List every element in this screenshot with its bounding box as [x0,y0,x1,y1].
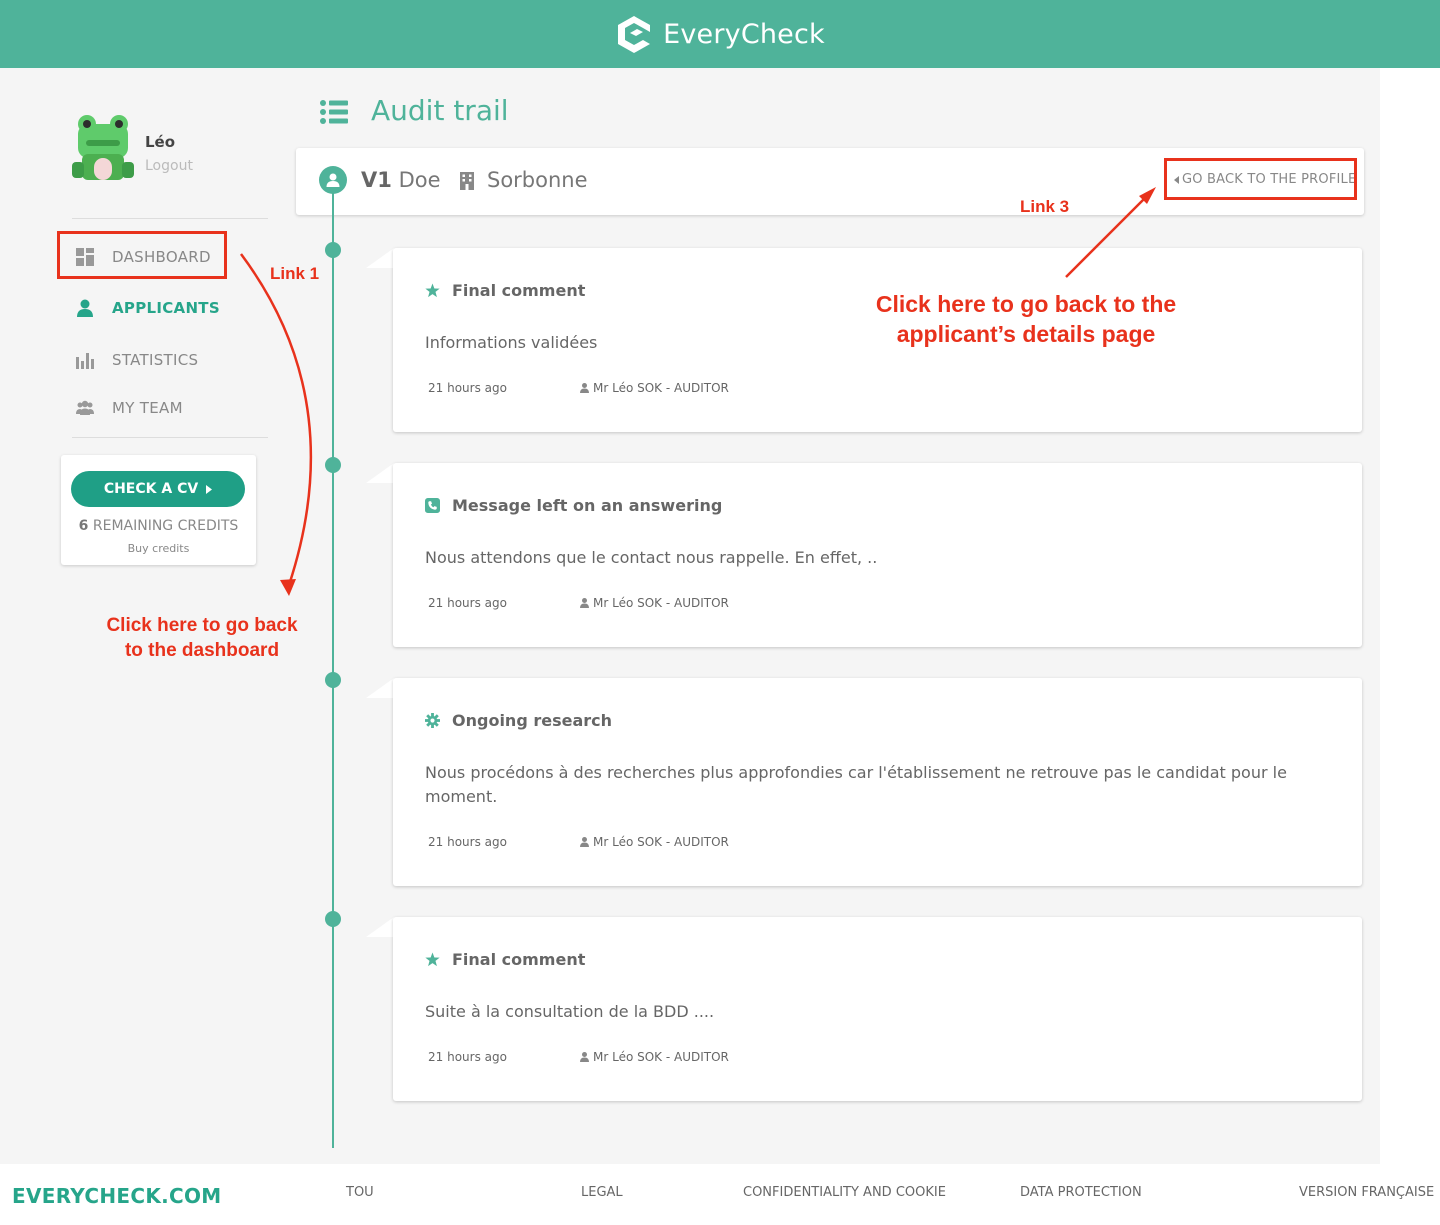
event-author-name: Mr Léo SOK - AUDITOR [593,381,729,395]
event-time: 21 hours ago [428,1050,507,1064]
logout-link[interactable]: Logout [145,158,193,174]
event-title: Final comment [452,281,586,300]
annotation-line: Click here to go back to the [875,291,1177,317]
event-card: Ongoing research Nous procédons à des re… [393,678,1362,886]
event-time: 21 hours ago [428,381,507,395]
everycheck-logo-icon [618,16,651,53]
event-title: Message left on an answering [452,496,723,515]
list-icon [320,100,348,124]
footer-link-language[interactable]: VERSION FRANÇAISE [1299,1185,1434,1200]
team-icon [76,400,94,415]
event-pointer [366,248,394,268]
page-title: Audit trail [371,94,509,127]
annotation-link3-label: Link 3 [1020,197,1070,216]
footer-link-confidentiality[interactable]: CONFIDENTIALITY AND COOKIE [743,1185,946,1200]
annotation-line: applicant’s details page [896,321,1156,347]
check-cv-label: CHECK A CV [103,481,199,497]
credits-label: REMAINING CREDITS [92,518,239,534]
timeline-dot [325,911,341,927]
buy-credits-link[interactable]: Buy credits [61,542,256,555]
footer-link-data-protection[interactable]: DATA PROTECTION [1020,1185,1142,1200]
avatar[interactable] [72,114,134,182]
event-header: Ongoing research [425,711,612,730]
event-card: Final comment Suite à la consultation de… [393,917,1362,1101]
event-author: Mr Léo SOK - AUDITOR [580,835,729,849]
annotation-link1-text: Click here to go back to the dashboard [96,613,308,663]
right-margin [1380,68,1440,1164]
brand-name: EveryCheck [663,18,825,50]
building-icon [460,172,474,190]
timeline-dot [325,457,341,473]
event-title: Final comment [452,950,586,969]
brand[interactable]: EveryCheck [615,14,825,54]
gear-icon [425,713,440,728]
event-body: Nous attendons que le contact nous rappe… [425,548,878,567]
event-card: Message left on an answering Nous attend… [393,463,1362,647]
event-pointer [366,917,394,937]
event-author: Mr Léo SOK - AUDITOR [580,381,729,395]
user-icon [580,598,589,608]
sidebar-item-label: STATISTICS [112,351,199,369]
bar-chart-icon [76,353,94,369]
sidebar-divider [72,437,268,438]
star-icon [425,283,440,298]
remaining-credits: 6 REMAINING CREDITS [61,518,256,534]
annotation-line: Click here to go back [106,615,298,636]
footer-link-tou[interactable]: TOU [346,1185,374,1200]
event-header: Final comment [425,281,585,300]
top-bar: EveryCheck [0,0,1440,68]
applicant-lastname: Doe [398,168,441,192]
annotation-box-back-link [1164,158,1357,200]
credits-card: CHECK A CV 6 REMAINING CREDITS Buy credi… [61,455,256,565]
event-pointer [366,463,394,483]
event-header: Final comment [425,950,585,969]
event-author: Mr Léo SOK - AUDITOR [580,596,729,610]
user-icon [580,383,589,393]
event-header: Message left on an answering [425,496,722,515]
school-name: Sorbonne [487,168,588,192]
footer: EVERYCHECK.COM TOU LEGAL CONFIDENTIALITY… [0,1164,1440,1225]
event-body: Nous procédons à des recherches plus app… [425,763,1287,806]
sidebar-item-label: APPLICANTS [112,299,220,317]
user-icon [580,837,589,847]
annotation-link1-label: Link 1 [270,264,320,283]
event-body: Suite à la consultation de la BDD .... [425,1002,715,1021]
check-cv-button[interactable]: CHECK A CV [71,471,245,507]
star-icon [425,952,440,967]
applicant-avatar-icon [319,166,347,194]
sidebar-item-my-team[interactable]: MY TEAM [76,399,183,417]
applicant-prefix: V1 [361,168,392,192]
user-icon [580,1052,589,1062]
event-time: 21 hours ago [428,835,507,849]
credits-count: 6 [78,518,89,534]
sidebar-divider [72,218,268,219]
user-name: Léo [145,133,176,151]
event-title: Ongoing research [452,711,613,730]
person-icon [77,299,93,317]
phone-icon [425,498,440,513]
sidebar-item-statistics[interactable]: STATISTICS [76,351,198,369]
event-pointer [366,678,394,698]
caret-right-icon [206,484,213,494]
person-icon [326,173,340,187]
event-author-name: Mr Léo SOK - AUDITOR [593,1050,729,1064]
event-author: Mr Léo SOK - AUDITOR [580,1050,729,1064]
annotation-line: to the dashboard [124,640,280,661]
timeline-dot [325,242,341,258]
footer-link-legal[interactable]: LEGAL [581,1185,623,1200]
timeline-line [332,193,334,1148]
timeline-dot [325,672,341,688]
annotation-link3-text: Click here to go back to the applicant’s… [856,289,1196,349]
sidebar-item-applicants[interactable]: APPLICANTS [76,299,220,317]
annotation-box-dashboard [57,231,227,279]
event-author-name: Mr Léo SOK - AUDITOR [593,596,729,610]
sidebar-item-label: MY TEAM [112,399,183,417]
footer-brand-link[interactable]: EVERYCHECK.COM [12,1184,222,1208]
event-author-name: Mr Léo SOK - AUDITOR [593,835,729,849]
applicant-name: V1 Doe [361,168,441,192]
event-time: 21 hours ago [428,596,507,610]
